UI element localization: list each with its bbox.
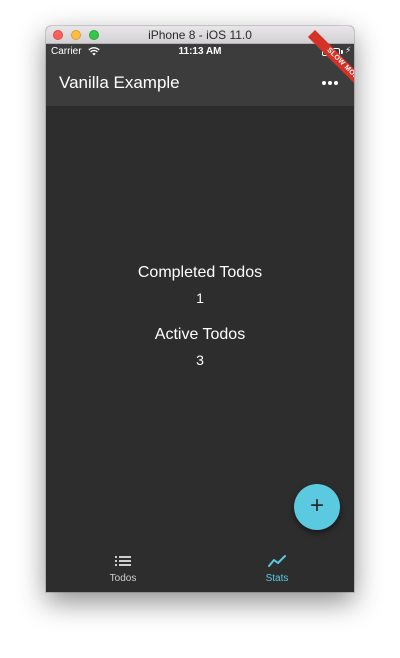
add-todo-button[interactable]: +	[294, 484, 340, 530]
bottom-navigation: Todos Stats	[46, 547, 354, 592]
window-title: iPhone 8 - iOS 11.0	[148, 28, 252, 42]
stats-panel: Completed Todos 1 Active Todos 3	[46, 106, 354, 547]
completed-todos-count: 1	[196, 290, 204, 306]
app-bar: Vanilla Example	[46, 60, 354, 106]
simulator-window: iPhone 8 - iOS 11.0 Carrier 11:13 AM ⚡ V…	[46, 26, 354, 592]
show-chart-icon	[268, 555, 286, 567]
tab-todos[interactable]: Todos	[46, 547, 200, 592]
more-horizontal-icon[interactable]	[322, 81, 338, 85]
tab-stats-label: Stats	[265, 573, 289, 584]
active-todos-count: 3	[196, 352, 204, 368]
window-titlebar: iPhone 8 - iOS 11.0	[46, 26, 354, 44]
active-todos-label: Active Todos	[154, 326, 246, 343]
tab-stats[interactable]: Stats	[200, 547, 354, 592]
list-icon	[115, 556, 131, 566]
add-icon: +	[309, 492, 324, 519]
status-clock: 11:13 AM	[178, 46, 222, 57]
charging-bolt-icon: ⚡	[345, 45, 352, 55]
tab-todos-label: Todos	[109, 573, 137, 584]
status-bar: Carrier 11:13 AM ⚡	[46, 44, 354, 60]
completed-todos-label: Completed Todos	[137, 264, 263, 281]
app-title: Vanilla Example	[59, 73, 180, 92]
battery-tip	[341, 50, 343, 54]
